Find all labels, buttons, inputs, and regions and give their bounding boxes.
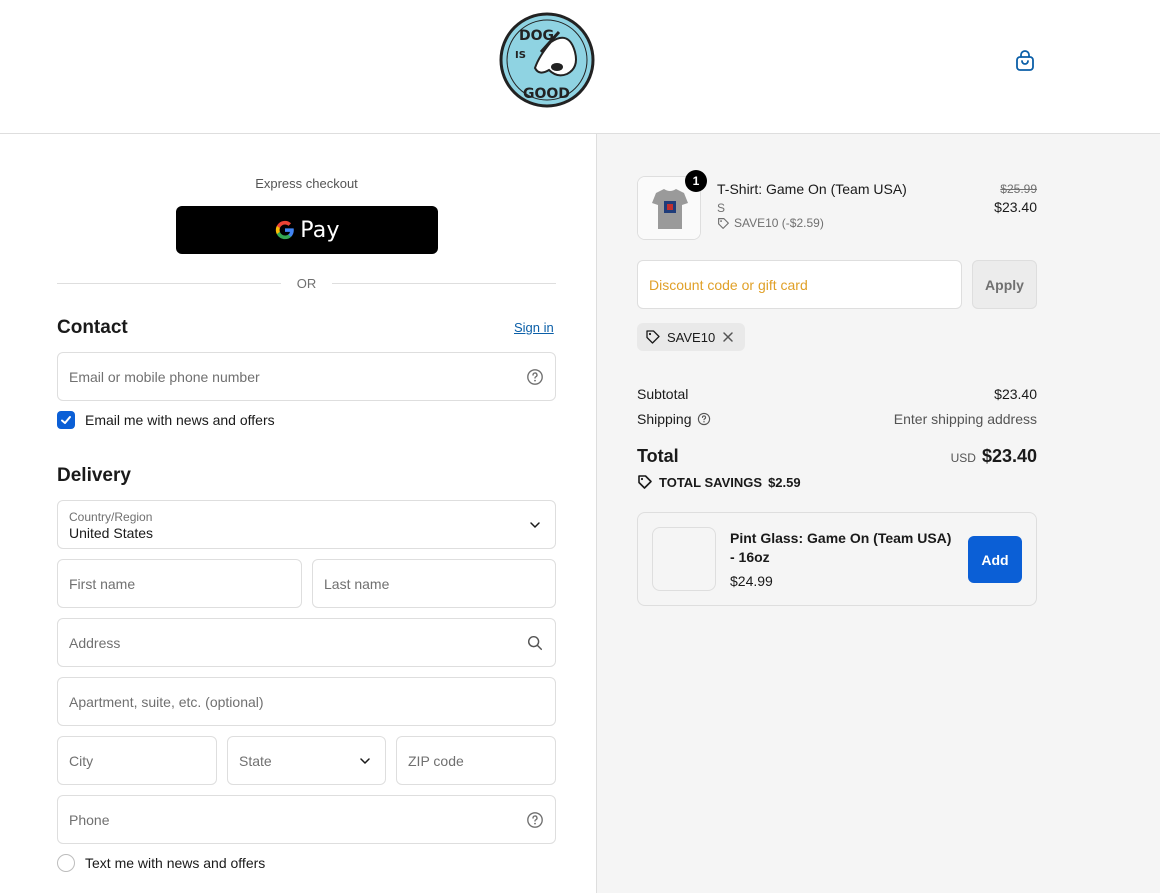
total-value: $23.40 — [981, 446, 1037, 466]
upsell-card: Pint Glass: Game On (Team USA) - 16oz $2… — [637, 512, 1037, 606]
shopping-bag-icon[interactable] — [1013, 49, 1037, 73]
subtotal-row: Subtotal $23.40 — [637, 386, 1037, 402]
phone-input[interactable] — [58, 796, 555, 843]
help-icon[interactable] — [526, 368, 544, 386]
email-input[interactable] — [58, 353, 555, 400]
savings-value: $2.59 — [768, 474, 801, 490]
last-name-field[interactable] — [312, 559, 556, 608]
apply-button[interactable]: Apply — [972, 260, 1037, 309]
order-summary: 1 T-Shirt: Game On (Team USA) S SAVE10 (… — [597, 134, 1160, 893]
brand-logo[interactable]: DOG IS GOOD — [499, 12, 595, 108]
total-label: Total — [637, 446, 679, 466]
country-label: Country/Region — [69, 510, 153, 524]
search-icon[interactable] — [526, 634, 544, 652]
address-input[interactable] — [58, 619, 555, 666]
item-original-price: $25.99 — [1000, 182, 1037, 196]
sign-in-link[interactable]: Sign in — [514, 320, 554, 335]
help-icon[interactable] — [526, 811, 544, 829]
apartment-field[interactable] — [57, 677, 556, 726]
discount-field[interactable] — [637, 260, 962, 309]
email-field[interactable] — [57, 352, 556, 401]
city-field[interactable] — [57, 736, 217, 785]
add-upsell-button[interactable]: Add — [968, 536, 1022, 583]
google-pay-label: Pay — [300, 217, 340, 243]
google-g-icon — [276, 220, 295, 240]
email-news-checkbox[interactable] — [57, 411, 75, 429]
country-select[interactable]: Country/Region United States — [57, 500, 556, 549]
tag-icon — [718, 217, 729, 229]
remove-discount-button[interactable] — [721, 330, 735, 344]
express-checkout-label: Express checkout — [255, 176, 358, 191]
or-divider: OR — [57, 275, 556, 291]
quantity-badge: 1 — [685, 170, 707, 192]
logo-text-bottom: GOOD — [523, 86, 570, 102]
shipping-label: Shipping — [637, 411, 692, 427]
header: DOG IS GOOD — [0, 0, 1160, 134]
first-name-field[interactable] — [57, 559, 302, 608]
savings-label: TOTAL SAVINGS — [659, 474, 763, 490]
upsell-price: $24.99 — [730, 573, 773, 589]
checkmark-icon — [61, 416, 71, 424]
checkout-form: Express checkout Pay OR Contact Sign in … — [0, 134, 597, 893]
tag-icon — [646, 330, 660, 344]
address-field[interactable] — [57, 618, 556, 667]
total-savings: TOTAL SAVINGS $2.59 — [637, 474, 801, 490]
tag-icon — [638, 475, 652, 489]
or-text: OR — [296, 275, 317, 291]
sms-news-row[interactable]: Text me with news and offers — [57, 854, 265, 872]
last-name-input[interactable] — [313, 560, 555, 607]
state-label: State — [239, 753, 272, 769]
city-input[interactable] — [58, 737, 216, 784]
item-title: T-Shirt: Game On (Team USA) — [717, 181, 907, 197]
sms-news-checkbox[interactable] — [57, 854, 75, 872]
help-icon[interactable] — [697, 412, 711, 426]
first-name-input[interactable] — [58, 560, 301, 607]
sms-news-label: Text me with news and offers — [85, 855, 266, 871]
delivery-title: Delivery — [57, 465, 131, 486]
shipping-row: Shipping Enter shipping address — [637, 411, 1037, 427]
apartment-input[interactable] — [58, 678, 555, 725]
total-row: Total USD $23.40 — [637, 446, 1037, 467]
email-news-row[interactable]: Email me with news and offers — [57, 411, 275, 429]
currency-code: USD — [950, 451, 976, 465]
email-news-label: Email me with news and offers — [85, 412, 275, 428]
country-value: United States — [69, 525, 154, 541]
item-variant: S — [717, 201, 726, 215]
item-discount: SAVE10 (-$2.59) — [717, 216, 824, 230]
upsell-title: Pint Glass: Game On (Team USA) - 16oz — [730, 530, 952, 565]
shipping-value: Enter shipping address — [893, 411, 1037, 427]
subtotal-label: Subtotal — [637, 386, 689, 402]
zip-input[interactable] — [397, 737, 555, 784]
zip-field[interactable] — [396, 736, 556, 785]
google-pay-button[interactable]: Pay — [176, 206, 438, 254]
logo-text-mid: IS — [515, 50, 526, 61]
item-price: $23.40 — [994, 199, 1037, 215]
upsell-thumbnail — [652, 527, 716, 591]
phone-field[interactable] — [57, 795, 556, 844]
item-discount-text: SAVE10 (-$2.59) — [734, 216, 824, 230]
chevron-down-icon — [530, 522, 540, 529]
contact-title: Contact — [57, 317, 128, 338]
close-icon — [723, 332, 733, 342]
applied-discount-chip: SAVE10 — [637, 323, 746, 351]
chevron-down-icon — [360, 758, 370, 765]
applied-code: SAVE10 — [667, 329, 716, 345]
subtotal-value: $23.40 — [994, 386, 1037, 402]
discount-input[interactable] — [638, 261, 961, 308]
logo-text-top: DOG — [519, 28, 554, 44]
state-select[interactable]: State — [227, 736, 386, 785]
